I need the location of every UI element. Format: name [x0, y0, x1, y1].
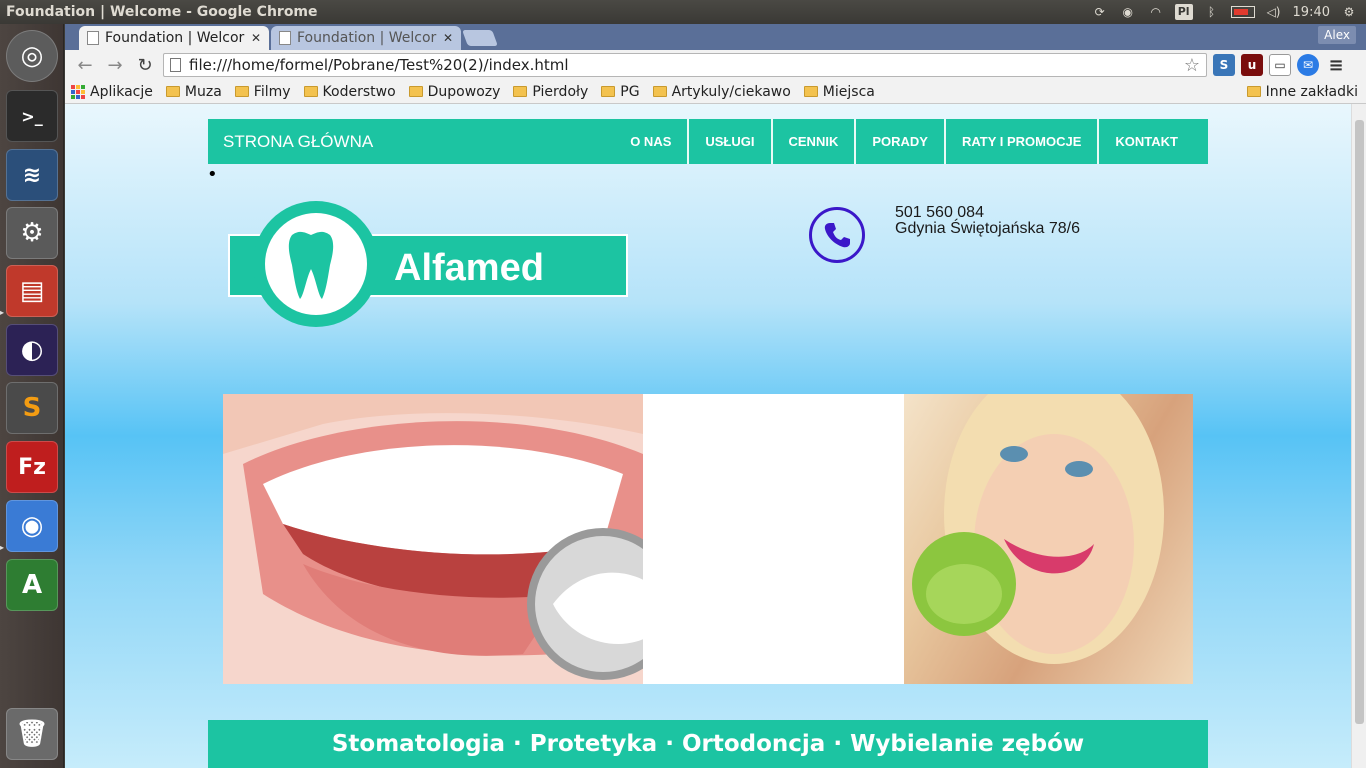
toolbar: ← → ↻ file:///home/formel/Pobrane/Test%2… [65, 50, 1366, 80]
volume-icon[interactable]: ◁) [1265, 4, 1283, 20]
folder-icon [234, 86, 249, 97]
contact-info: 501 560 084 Gdynia Świętojańska 78/6 [895, 205, 1080, 237]
address: Gdynia Świętojańska 78/6 [895, 220, 1080, 237]
bookmark-folder[interactable]: Dupowozy [408, 84, 500, 100]
menu-icon[interactable]: ≡ [1325, 54, 1347, 76]
bookmark-folder[interactable]: Koderstwo [303, 84, 396, 100]
tab-strip: Foundation | Welcor ✕ Foundation | Welco… [65, 24, 1366, 50]
tab-label: Foundation | Welcor [105, 30, 245, 46]
software-updater-icon[interactable]: A [6, 559, 58, 611]
url-text[interactable]: file:///home/formel/Pobrane/Test%20(2)/i… [189, 56, 569, 74]
nav-item-cennik[interactable]: CENNIK [770, 119, 855, 164]
nav-home-link[interactable]: STRONA GŁÓWNA [208, 132, 614, 152]
page-icon [87, 31, 99, 45]
tab-label: Foundation | Welcor [297, 30, 437, 46]
woman-with-apple-image [904, 394, 1193, 684]
messenger-icon[interactable]: ✉ [1297, 54, 1319, 76]
keyboard-layout-indicator[interactable]: Pl [1174, 4, 1193, 20]
list-bullet: • [207, 164, 218, 185]
ubuntu-dash-icon[interactable]: ◎ [6, 30, 58, 82]
smile-image [223, 394, 643, 684]
trash-icon[interactable]: 🗑 [6, 708, 58, 760]
tooth-icon [288, 231, 334, 299]
phone-icon [809, 207, 865, 263]
bookmark-folder[interactable]: Miejsca [803, 84, 875, 100]
running-indicator [0, 308, 4, 318]
reload-icon[interactable]: ↻ [133, 53, 157, 77]
phone-number: 501 560 084 [895, 204, 984, 221]
folder-icon [803, 86, 818, 97]
new-tab-button[interactable] [462, 30, 498, 46]
close-icon[interactable]: ✕ [443, 31, 453, 45]
clock[interactable]: 19:40 [1293, 5, 1330, 20]
folder-icon [652, 86, 667, 97]
running-indicator [0, 543, 4, 553]
battery-icon[interactable] [1230, 6, 1255, 18]
page-icon [170, 58, 181, 72]
tab-inactive[interactable]: Foundation | Welcor ✕ [271, 26, 461, 50]
address-bar[interactable]: file:///home/formel/Pobrane/Test%20(2)/i… [163, 53, 1207, 77]
folder-icon [513, 86, 528, 97]
close-icon[interactable]: ✕ [251, 31, 261, 45]
nav-item-o-nas[interactable]: O NAS [614, 119, 687, 164]
bookmark-star-icon[interactable]: ☆ [1184, 55, 1200, 76]
sync-icon[interactable]: ⟳ [1091, 4, 1109, 20]
bookmark-folder[interactable]: Muza [165, 84, 222, 100]
page-viewport: STRONA GŁÓWNA O NAS USŁUGI CENNIK PORADY… [65, 104, 1366, 768]
terminal-icon[interactable]: >_ [6, 90, 58, 142]
nav-item-kontakt[interactable]: KONTAKT [1097, 119, 1208, 164]
eclipse-icon[interactable]: ◐ [6, 324, 58, 376]
bookmark-folder[interactable]: PG [601, 84, 640, 100]
bookmark-folder[interactable]: Artykuly/ciekawo [652, 84, 791, 100]
window-title: Foundation | Welcome - Google Chrome [6, 4, 318, 20]
logo-text: Alfamed [394, 247, 544, 289]
nav-item-porady[interactable]: PORADY [854, 119, 944, 164]
other-bookmarks[interactable]: Inne zakładki [1246, 84, 1358, 100]
extension-s-icon[interactable]: S [1213, 54, 1235, 76]
tab-active[interactable]: Foundation | Welcor ✕ [79, 26, 269, 50]
folder-icon [408, 86, 423, 97]
system-settings-icon[interactable]: ⚙ [6, 207, 58, 259]
bookmark-apps[interactable]: Aplikacje [71, 84, 153, 100]
bookmarks-bar: Aplikacje Muza Filmy Koderstwo Dupowozy … [65, 80, 1366, 104]
system-tray: ⟳ ◉ ◠ Pl ᛒ ◁) 19:40 ⚙ [1091, 4, 1366, 20]
forward-icon[interactable]: → [103, 53, 127, 77]
services-strip: Stomatologia · Protetyka · Ortodoncja · … [208, 720, 1208, 768]
filezilla-icon[interactable]: Fz [6, 441, 58, 493]
nav-item-raty-i-promocje[interactable]: RATY I PROMOCJE [943, 119, 1097, 164]
folder-icon [601, 86, 616, 97]
bluetooth-icon[interactable]: ᛒ [1203, 4, 1221, 20]
page-icon [279, 31, 291, 45]
back-icon[interactable]: ← [73, 53, 97, 77]
site-logo[interactable]: Alfamed [228, 201, 628, 331]
files-icon[interactable]: ▤ [6, 265, 58, 317]
bookmark-folder[interactable]: Pierdoły [513, 84, 588, 100]
cast-icon[interactable]: ▭ [1269, 54, 1291, 76]
scrollbar-thumb[interactable] [1355, 120, 1364, 724]
chrome-tray-icon[interactable]: ◉ [1119, 4, 1137, 20]
ublock-icon[interactable]: u [1241, 54, 1263, 76]
chrome-window: Foundation | Welcor ✕ Foundation | Welco… [65, 24, 1366, 768]
profile-button[interactable]: Alex [1318, 26, 1356, 44]
hero-banner [223, 394, 1193, 684]
mysql-workbench-icon[interactable]: ≋ [6, 149, 58, 201]
site-nav: STRONA GŁÓWNA O NAS USŁUGI CENNIK PORADY… [208, 119, 1208, 164]
apps-icon [71, 84, 85, 99]
folder-icon [165, 86, 180, 97]
gear-icon[interactable]: ⚙ [1340, 4, 1358, 20]
folder-icon [303, 86, 318, 97]
folder-icon [1246, 86, 1261, 97]
sublime-text-icon[interactable]: S [6, 382, 58, 434]
vertical-scrollbar[interactable] [1351, 104, 1366, 768]
wifi-icon[interactable]: ◠ [1147, 4, 1165, 20]
nav-item-uslugi[interactable]: USŁUGI [687, 119, 770, 164]
top-panel: Foundation | Welcome - Google Chrome ⟳ ◉… [0, 0, 1366, 24]
bookmark-folder[interactable]: Filmy [234, 84, 291, 100]
chrome-icon[interactable]: ◉ [6, 500, 58, 552]
launcher: ◎ >_ ≋ ⚙ ▤ ◐ S Fz ◉ A 🗑 [0, 24, 64, 768]
